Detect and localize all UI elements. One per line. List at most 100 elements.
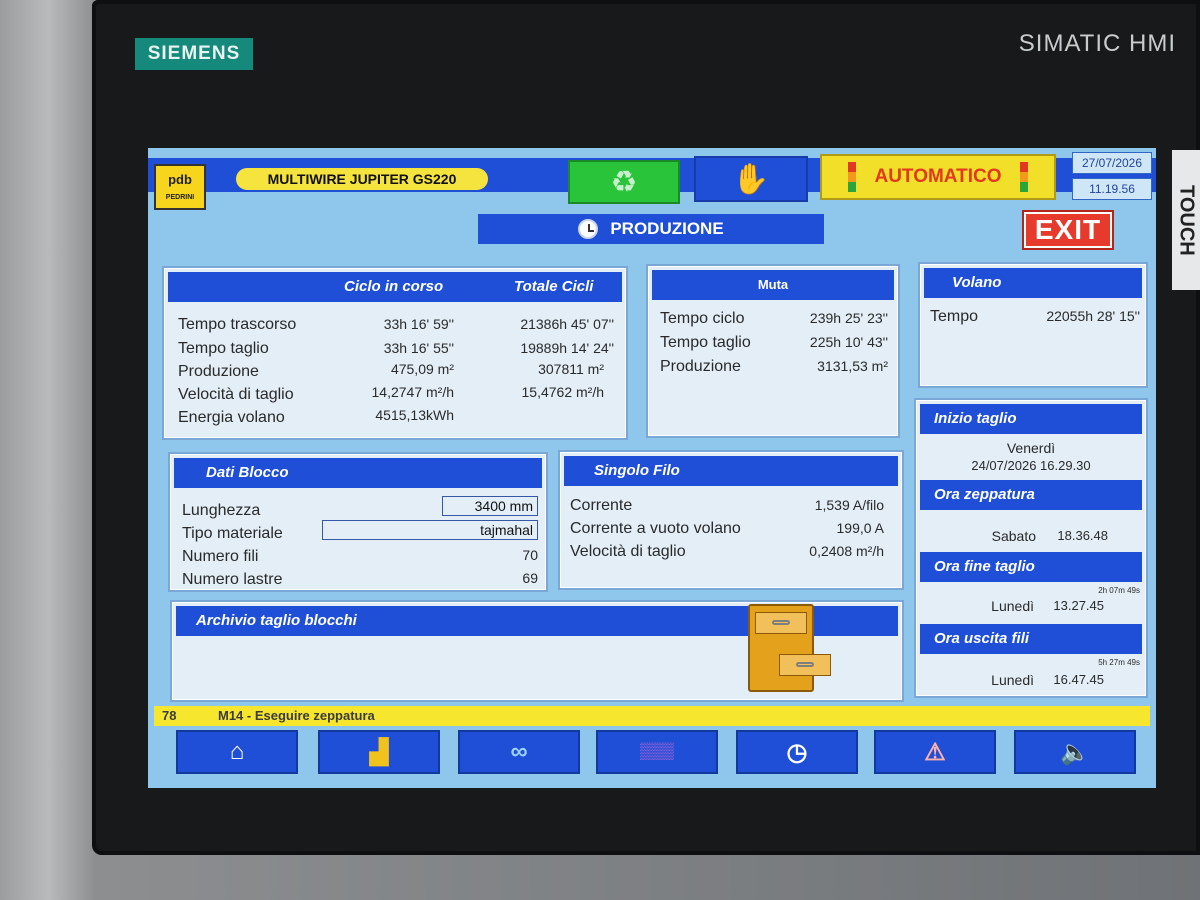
row-total: 21386h 45' 07'' bbox=[520, 316, 614, 332]
ciclo-panel-header: Ciclo in corso Totale Cicli bbox=[168, 272, 622, 302]
nav-home-button[interactable]: ⌂ bbox=[176, 730, 298, 774]
volano-panel: Volano Tempo 22055h 28' 15'' bbox=[918, 262, 1148, 388]
row-label: Produzione bbox=[178, 363, 259, 380]
row-label: Velocità di taglio bbox=[178, 386, 294, 403]
corrente-value: 1,539 A/filo bbox=[814, 497, 884, 513]
signal-lamp-icon bbox=[1019, 162, 1028, 192]
numero-fili-label: Numero fili bbox=[182, 548, 259, 565]
muta-panel: Muta Tempo ciclo 239h 25' 23'' Tempo tag… bbox=[646, 264, 900, 438]
numero-fili-value: 70 bbox=[522, 547, 538, 563]
alarm-message: M14 - Eseguire zeppatura bbox=[218, 708, 375, 723]
ora-fine-taglio-header: Ora fine taglio bbox=[920, 552, 1142, 582]
tipo-materiale-label: Tipo materiale bbox=[182, 525, 283, 542]
col-totale-cicli: Totale Cicli bbox=[514, 278, 594, 295]
cycle-run-button[interactable]: ♻ bbox=[568, 160, 680, 204]
grid-pattern-icon: ▒▒▒ bbox=[639, 743, 674, 760]
singolo-filo-panel: Singolo Filo Corrente 1,539 A/filo Corre… bbox=[558, 450, 904, 590]
uscita-day: Lunedì bbox=[991, 672, 1034, 688]
velocita-value: 0,2408 m²/h bbox=[809, 543, 884, 559]
row-current: 475,09 m² bbox=[390, 361, 454, 377]
ora-uscita-fili-header: Ora uscita fili bbox=[920, 624, 1142, 654]
dati-blocco-header: Dati Blocco bbox=[174, 458, 542, 488]
nav-grid-pattern-button[interactable]: ▒▒▒ bbox=[596, 730, 718, 774]
row-label: Tempo taglio bbox=[178, 340, 269, 357]
nav-wire-diagram-button[interactable]: ∞ bbox=[458, 730, 580, 774]
numero-lastre-label: Numero lastre bbox=[182, 571, 283, 588]
clock-icon: ◷ bbox=[786, 738, 808, 766]
stopwatch-icon bbox=[578, 219, 599, 239]
row-label: Tempo trascorso bbox=[178, 316, 297, 333]
exit-button[interactable]: EXIT bbox=[1022, 210, 1114, 250]
uscita-remaining: 5h 27m 49s bbox=[1098, 658, 1140, 667]
muta-row-label: Tempo ciclo bbox=[660, 310, 745, 327]
tipo-materiale-field[interactable]: tajmahal bbox=[322, 520, 538, 540]
automatic-mode-button[interactable]: AUTOMATICO bbox=[820, 154, 1056, 200]
dati-blocco-title: Dati Blocco bbox=[206, 464, 289, 481]
zeppatura-day: Sabato bbox=[991, 528, 1036, 544]
row-total: 19889h 14' 24'' bbox=[520, 340, 614, 356]
row-current: 33h 16' 59'' bbox=[383, 316, 454, 332]
inizio-taglio-title: Inizio taglio bbox=[934, 410, 1017, 427]
volano-label: Tempo bbox=[930, 308, 979, 325]
nav-speaker-button[interactable]: 🔈 bbox=[1014, 730, 1136, 774]
page-title: PRODUZIONE bbox=[478, 214, 824, 244]
wire-diagram-icon: ∞ bbox=[510, 738, 528, 765]
singolo-filo-header: Singolo Filo bbox=[564, 456, 898, 486]
nav-alarm-button[interactable]: ⚠ bbox=[874, 730, 996, 774]
speaker-icon: 🔈 bbox=[1060, 738, 1090, 766]
alarm-icon: ⚠ bbox=[924, 738, 946, 766]
row-label: Energia volano bbox=[178, 409, 285, 426]
archive-cabinet-icon[interactable] bbox=[748, 604, 855, 744]
forklift-icon: ▟ bbox=[369, 738, 389, 766]
fine-time: 13.27.45 bbox=[1053, 598, 1104, 613]
ciclo-panel: Ciclo in corso Totale Cicli Tempo trasco… bbox=[162, 266, 628, 440]
automatic-label: AUTOMATICO bbox=[874, 166, 1002, 187]
logo-subtext: PEDRINI bbox=[165, 194, 195, 201]
corrente-label: Corrente bbox=[570, 497, 633, 514]
bottom-nav-bar: ⌂ ▟ ∞ ▒▒▒ ◷ ⚠ 🔈 bbox=[148, 726, 1156, 778]
manual-mode-button[interactable]: ✋ bbox=[694, 156, 808, 202]
alarm-code: 78 bbox=[162, 708, 177, 723]
fine-day: Lunedì bbox=[991, 598, 1034, 614]
row-total: 307811 m² bbox=[538, 361, 604, 377]
hand-icon: ✋ bbox=[732, 162, 770, 196]
simatic-hmi-label: SIMATIC HMI bbox=[1018, 30, 1176, 57]
alarm-status-bar: 78 M14 - Eseguire zeppatura bbox=[154, 706, 1150, 726]
inizio-taglio-header: Inizio taglio bbox=[920, 404, 1142, 434]
corrente-vuoto-value: 199,0 A bbox=[836, 520, 885, 536]
archivio-title: Archivio taglio blocchi bbox=[196, 612, 357, 629]
hmi-screen: pdb PEDRINI MULTIWIRE JUPITER GS220 ♻ ✋ … bbox=[148, 148, 1156, 788]
fine-remaining: 2h 07m 49s bbox=[1098, 586, 1140, 595]
nav-clock-button[interactable]: ◷ bbox=[736, 730, 858, 774]
zeppatura-time: 18.36.48 bbox=[1057, 528, 1108, 543]
muta-row-value: 239h 25' 23'' bbox=[809, 310, 888, 326]
col-ciclo-in-corso: Ciclo in corso bbox=[344, 278, 444, 295]
pedrini-logo: pdb PEDRINI bbox=[154, 164, 206, 210]
row-current: 14,2747 m²/h bbox=[371, 384, 455, 400]
signal-lamp-icon bbox=[848, 162, 857, 192]
nav-forklift-button[interactable]: ▟ bbox=[318, 730, 440, 774]
lunghezza-field[interactable]: 3400 mm bbox=[442, 496, 538, 516]
velocita-label: Velocità di taglio bbox=[570, 543, 686, 560]
home-icon: ⌂ bbox=[229, 738, 245, 765]
ora-zeppatura-header: Ora zeppatura bbox=[920, 480, 1142, 510]
numero-lastre-value: 69 bbox=[522, 570, 538, 586]
row-total: 15,4762 m²/h bbox=[521, 384, 605, 400]
muta-panel-header: Muta bbox=[652, 270, 894, 300]
inizio-datetime: 24/07/2026 16.29.30 bbox=[971, 458, 1091, 473]
touch-label: TOUCH bbox=[1172, 150, 1200, 290]
row-current: 33h 16' 55'' bbox=[383, 340, 454, 356]
ora-fine-taglio-title: Ora fine taglio bbox=[934, 558, 1035, 575]
muta-row-value: 225h 10' 43'' bbox=[809, 334, 888, 350]
muta-row-label: Produzione bbox=[660, 358, 741, 375]
page-title-text: PRODUZIONE bbox=[610, 219, 724, 238]
volano-value: 22055h 28' 15'' bbox=[1046, 308, 1140, 324]
muta-row-label: Tempo taglio bbox=[660, 334, 751, 351]
singolo-filo-title: Singolo Filo bbox=[594, 462, 680, 479]
ora-uscita-fili-title: Ora uscita fili bbox=[934, 630, 1030, 647]
volano-title: Volano bbox=[952, 274, 1002, 291]
machine-name: MULTIWIRE JUPITER GS220 bbox=[236, 168, 488, 190]
logo-text: pdb bbox=[168, 172, 192, 187]
date-display: 27/07/2026 bbox=[1072, 152, 1152, 174]
row-current: 4515,13kWh bbox=[375, 407, 454, 423]
